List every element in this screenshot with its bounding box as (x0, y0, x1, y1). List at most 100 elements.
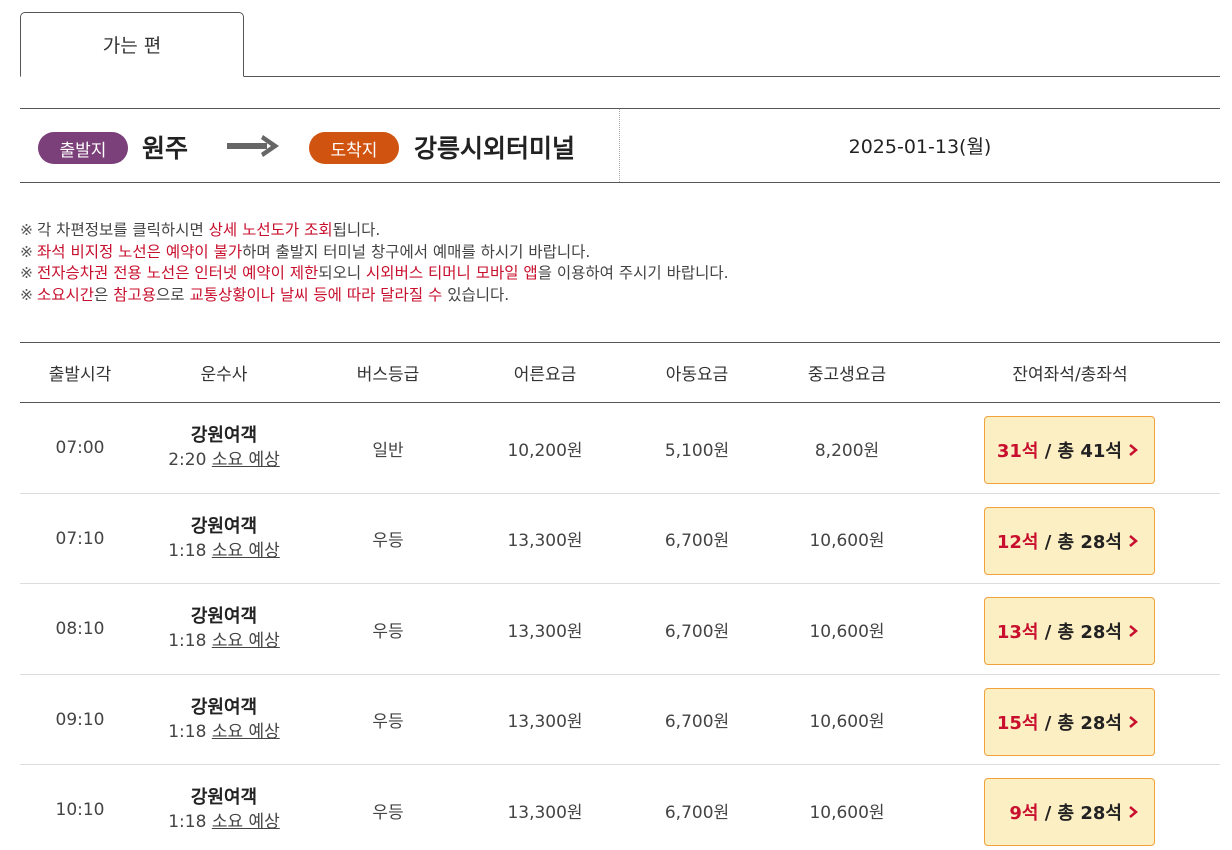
notice-mark: ※ (20, 264, 33, 282)
departure-place: 원주 (142, 134, 189, 163)
header-student-fare: 중고생요금 (807, 365, 887, 385)
bus-grade: 우등 (372, 802, 404, 823)
notice-item: ※ 좌석 비지정 노선은 예약이 불가하며 출발지 터미널 창구에서 예매를 하시… (20, 242, 729, 264)
duration-suffix: 소요 예상 (211, 540, 280, 561)
notice-mark: ※ (20, 221, 33, 239)
direction-tabs: 가는 편 (20, 12, 1220, 77)
tab-outbound[interactable]: 가는 편 (20, 12, 244, 77)
total-seats: / 총 28석 (1044, 531, 1122, 553)
notice-highlight: 시외버스 티머니 모바일 앱 (366, 264, 538, 282)
notice-item: ※ 소요시간은 참고용으로 교통상황이나 날씨 등에 따라 달라질 수 있습니다. (20, 285, 729, 307)
company-cell: 강원여객 1:18 소요 예상 (140, 584, 308, 674)
duration-value: 1:18 (168, 540, 207, 561)
tab-outbound-label: 가는 편 (102, 35, 162, 57)
seat-select-button[interactable]: 31석 / 총 41석 (984, 416, 1155, 484)
notice-text: 되오니 (318, 264, 367, 282)
total-seats: / 총 41석 (1044, 441, 1122, 462)
seat-select-button[interactable]: 12석 / 총 28석 (984, 506, 1155, 575)
company-name: 강원여객 (190, 515, 258, 537)
remaining-seats: 12석 (996, 531, 1039, 553)
duration-estimate: 1:18 소요 예상 (168, 539, 280, 563)
header-company: 운수사 (200, 365, 248, 385)
student-fare: 10,600원 (809, 621, 885, 642)
notice-highlight: 소요시간 (37, 285, 95, 304)
header-seats: 잔여좌석/총좌석 (1012, 365, 1128, 385)
header-grade: 버스등급 (356, 365, 420, 385)
notice-text: 각 차편정보를 클릭하시면 (37, 221, 209, 239)
table-row[interactable]: 09:10 강원여객 1:18 소요 예상 우등 13,300원 6,700원 10,600… (20, 675, 1220, 765)
notice-highlight: 전자승차권 전용 노선은 인터넷 예약이 제한 (37, 264, 319, 282)
company-name: 강원여객 (190, 606, 258, 627)
adult-fare: 13,300원 (507, 531, 583, 551)
bus-grade: 우등 (372, 621, 404, 642)
student-fare: 10,600원 (809, 712, 885, 732)
chevron-right-icon (1129, 444, 1138, 456)
departure-time: 10:10 (55, 800, 105, 820)
departure-time: 08:10 (55, 619, 105, 639)
route-summary: 출발지 원주 도착지 강릉시외터미널 2025-01-13(월) (20, 108, 1220, 183)
table-row[interactable]: 10:10 강원여객 1:18 소요 예상 우등 13,300원 6,700원 10,600… (20, 765, 1220, 850)
header-adult-fare: 어른요금 (513, 365, 577, 385)
duration-value: 1:18 (168, 812, 207, 832)
departure-date: 2025-01-13(월) (848, 136, 992, 158)
bus-grade: 우등 (372, 531, 404, 551)
chevron-right-icon (1129, 806, 1138, 818)
bus-grade: 우등 (372, 712, 404, 732)
departure-time: 07:00 (55, 438, 105, 458)
chevron-right-icon (1129, 715, 1138, 728)
route-places: 출발지 원주 도착지 강릉시외터미널 (20, 109, 620, 182)
table-body: 07:00 강원여객 2:20 소요 예상 일반 10,200원 5,100원 8,200원… (20, 403, 1220, 850)
child-fare: 5,100원 (664, 440, 730, 461)
notice-mark: ※ (20, 242, 33, 261)
company-cell: 강원여객 1:18 소요 예상 (140, 494, 308, 584)
duration-value: 1:18 (168, 721, 207, 742)
duration-value: 2:20 (168, 450, 207, 470)
duration-estimate: 1:18 소요 예상 (168, 720, 280, 744)
notice-text: 있습니다. (442, 285, 510, 304)
chevron-right-icon (1129, 534, 1138, 547)
child-fare: 6,700원 (664, 531, 730, 551)
duration-estimate: 1:18 소요 예상 (168, 810, 280, 834)
table-row[interactable]: 07:10 강원여객 1:18 소요 예상 우등 13,300원 6,700원 10,600… (20, 494, 1220, 584)
departure-badge: 출발지 (38, 132, 128, 164)
duration-estimate: 1:18 소요 예상 (168, 629, 280, 653)
notice-highlight: 참고용 (113, 285, 157, 304)
company-name: 강원여객 (190, 787, 258, 808)
student-fare: 8,200원 (814, 440, 880, 461)
adult-fare: 13,300원 (507, 621, 583, 642)
notice-item: ※ 각 차편정보를 클릭하시면 상세 노선도가 조회됩니다. (20, 220, 729, 242)
notice-text: 을 이용하여 주시기 바랍니다. (537, 264, 729, 282)
bus-grade: 일반 (372, 440, 404, 461)
notice-highlight: 좌석 비지정 노선은 예약이 불가 (37, 242, 243, 261)
notice-text: 으로 (156, 285, 190, 304)
table-row[interactable]: 08:10 강원여객 1:18 소요 예상 우등 13,300원 6,700원 10,600… (20, 584, 1220, 675)
seat-select-button[interactable]: 9석 / 총 28석 (984, 778, 1155, 846)
remaining-seats: 31석 (996, 441, 1039, 462)
child-fare: 6,700원 (664, 802, 730, 823)
notice-text: 됩니다. (332, 221, 381, 239)
remaining-seats: 9석 (1009, 803, 1039, 824)
header-child-fare: 아동요금 (665, 365, 729, 385)
duration-suffix: 소요 예상 (211, 631, 280, 651)
adult-fare: 13,300원 (507, 712, 583, 732)
company-cell: 강원여객 1:18 소요 예상 (140, 675, 308, 765)
notice-text: 은 (94, 285, 114, 304)
duration-suffix: 소요 예상 (211, 721, 280, 742)
departure-time: 07:10 (55, 528, 105, 549)
child-fare: 6,700원 (664, 621, 730, 642)
table-header: 출발시각 운수사 버스등급 어른요금 아동요금 중고생요금 잔여좌석/총좌석 (20, 343, 1220, 403)
duration-estimate: 2:20 소요 예상 (168, 448, 280, 472)
company-cell: 강원여객 1:18 소요 예상 (140, 765, 308, 850)
student-fare: 10,600원 (809, 531, 885, 551)
notice-mark: ※ (20, 285, 33, 304)
right-arrow-icon (227, 135, 279, 157)
company-cell: 강원여객 2:20 소요 예상 (140, 403, 308, 493)
seat-select-button[interactable]: 15석 / 총 28석 (984, 687, 1155, 756)
seat-select-button[interactable]: 13석 / 총 28석 (984, 597, 1155, 665)
remaining-seats: 13석 (996, 622, 1039, 643)
arrival-badge: 도착지 (309, 132, 399, 164)
company-name: 강원여객 (190, 425, 258, 446)
schedule-table: 출발시각 운수사 버스등급 어른요금 아동요금 중고생요금 잔여좌석/총좌석 0… (20, 342, 1220, 850)
table-row[interactable]: 07:00 강원여객 2:20 소요 예상 일반 10,200원 5,100원 8,200원… (20, 403, 1220, 494)
company-name: 강원여객 (190, 696, 258, 718)
